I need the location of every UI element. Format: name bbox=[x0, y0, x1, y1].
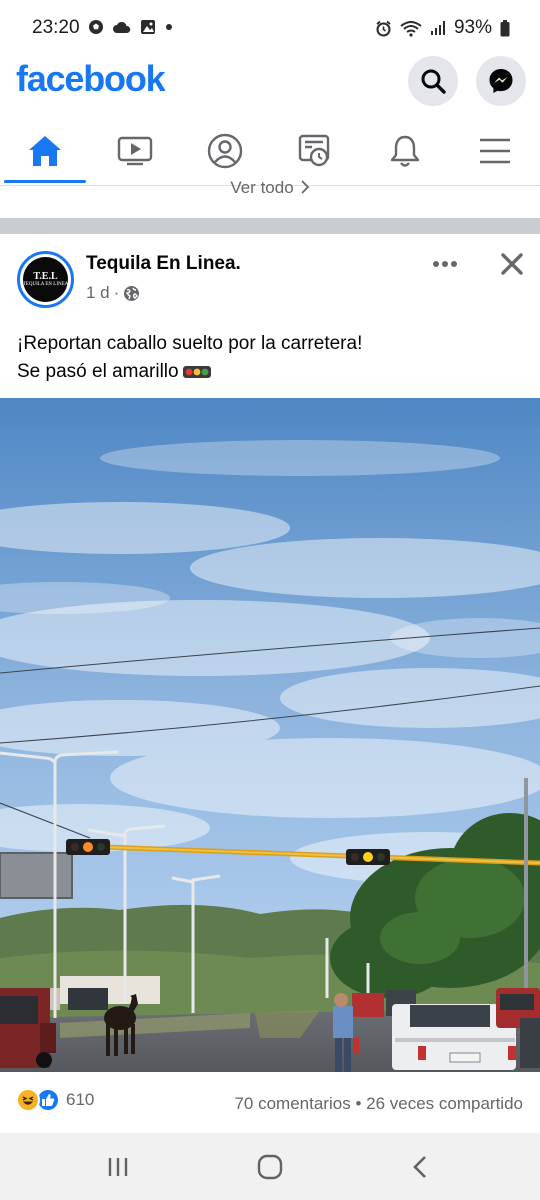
globe-icon bbox=[124, 285, 140, 301]
messenger-button[interactable] bbox=[476, 56, 526, 106]
shares-link[interactable]: 26 veces compartido bbox=[366, 1094, 523, 1113]
avatar-logo: T.E.L TEQUILA EN LINEA bbox=[23, 257, 68, 302]
avatar-logo-text: T.E.L bbox=[33, 270, 58, 282]
engagement-stats: 70 comentarios • 26 veces compartido bbox=[234, 1094, 523, 1114]
facebook-logo[interactable]: facebook bbox=[16, 58, 166, 100]
page-avatar[interactable]: T.E.L TEQUILA EN LINEA bbox=[17, 251, 74, 308]
dot-icon bbox=[166, 24, 172, 30]
status-system-icons: 93% bbox=[375, 17, 510, 39]
search-icon bbox=[421, 69, 446, 94]
haha-reaction-icon bbox=[16, 1088, 40, 1112]
recent-apps-button[interactable] bbox=[98, 1149, 138, 1185]
status-notification-icons bbox=[88, 19, 173, 35]
home-system-button[interactable] bbox=[250, 1149, 290, 1185]
chevron-right-icon bbox=[301, 180, 309, 194]
app-header: facebook bbox=[0, 56, 540, 106]
system-nav-bar bbox=[0, 1133, 540, 1200]
post-photo[interactable] bbox=[0, 398, 540, 1072]
home-circle-icon bbox=[257, 1154, 283, 1180]
reaction-count: 610 bbox=[66, 1090, 95, 1109]
see-all-label: Ver todo bbox=[230, 178, 294, 197]
more-icon bbox=[433, 261, 457, 267]
avatar-logo-subtext: TEQUILA EN LINEA bbox=[22, 281, 69, 287]
bell-icon bbox=[390, 135, 420, 167]
alarm-icon bbox=[376, 20, 391, 36]
battery-icon bbox=[500, 19, 510, 36]
search-button[interactable] bbox=[408, 56, 458, 106]
tab-news[interactable] bbox=[270, 118, 360, 184]
recent-apps-icon bbox=[108, 1158, 128, 1176]
reactions-summary[interactable]: 610 bbox=[16, 1088, 94, 1112]
post-author[interactable]: Tequila En Linea. bbox=[86, 253, 241, 275]
messenger-icon bbox=[489, 69, 513, 93]
back-button[interactable] bbox=[400, 1149, 440, 1185]
hide-post-button[interactable] bbox=[496, 248, 528, 280]
status-bar: 23:20 93% bbox=[0, 0, 540, 56]
cloud-icon bbox=[113, 21, 131, 33]
post-text-line-2-text: Se pasó el amarillo bbox=[17, 361, 179, 382]
menu-icon bbox=[480, 138, 510, 164]
feed-divider bbox=[0, 218, 540, 234]
tab-home[interactable] bbox=[0, 118, 90, 184]
see-all-link[interactable]: Ver todo bbox=[0, 178, 540, 198]
wifi-icon bbox=[400, 20, 422, 37]
profile-icon bbox=[207, 133, 243, 169]
gallery-icon bbox=[141, 20, 155, 34]
main-nav bbox=[0, 118, 540, 186]
post-meta: 1 d · bbox=[86, 283, 140, 303]
back-icon bbox=[413, 1156, 426, 1178]
meta-separator: · bbox=[113, 283, 120, 302]
photo-horse-road bbox=[0, 398, 540, 1072]
battery-percent: 93% bbox=[453, 17, 492, 38]
post-text: ¡Reportan caballo suelto por la carreter… bbox=[17, 330, 523, 386]
tab-menu[interactable] bbox=[450, 118, 540, 184]
engagement-separator: • bbox=[355, 1094, 362, 1113]
close-icon bbox=[501, 253, 523, 275]
post-text-line-2: Se pasó el amarillo bbox=[17, 358, 523, 386]
traffic-light-icon bbox=[182, 366, 211, 378]
tab-profile[interactable] bbox=[180, 118, 270, 184]
post-text-line-1: ¡Reportan caballo suelto por la carreter… bbox=[17, 333, 363, 354]
video-icon bbox=[117, 136, 153, 166]
signal-icon bbox=[430, 21, 445, 35]
tab-notifications[interactable] bbox=[360, 118, 450, 184]
status-time: 23:20 bbox=[32, 17, 80, 38]
more-options-button[interactable] bbox=[426, 250, 464, 278]
comments-link[interactable]: 70 comentarios bbox=[234, 1094, 350, 1113]
home-icon bbox=[29, 136, 61, 166]
news-icon bbox=[298, 134, 330, 167]
tab-video[interactable] bbox=[90, 118, 180, 184]
soccer-icon bbox=[89, 20, 103, 34]
post-age[interactable]: 1 d bbox=[86, 283, 110, 303]
